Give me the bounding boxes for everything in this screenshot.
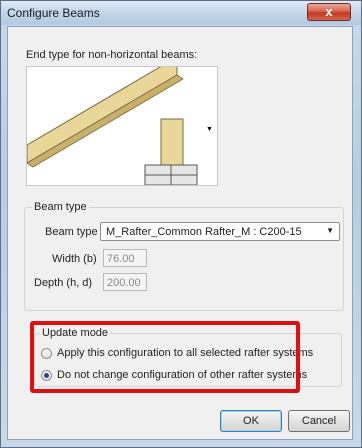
beam-type-value: M_Rafter_Common Rafter_M : C200-15 xyxy=(106,226,302,238)
depth-value: 200.00 xyxy=(107,277,141,289)
ok-button-label: OK xyxy=(243,415,259,427)
width-label: Width (b) xyxy=(52,253,97,265)
window-title: Configure Beams xyxy=(7,6,100,20)
beam-type-label: Beam type xyxy=(45,226,98,238)
rafter-end-illustration xyxy=(26,56,198,186)
width-value: 76.00 xyxy=(107,253,135,265)
width-field: 76.00 xyxy=(103,249,147,267)
preview-dropdown-arrow-icon[interactable]: ▼ xyxy=(206,126,213,133)
beam-type-select[interactable]: M_Rafter_Common Rafter_M : C200-15 ▼ xyxy=(100,222,340,241)
depth-label: Depth (h, d) xyxy=(34,277,93,289)
ok-button[interactable]: OK xyxy=(220,410,282,432)
depth-field: 200.00 xyxy=(103,273,147,291)
close-icon: x xyxy=(325,4,333,19)
chevron-down-icon: ▼ xyxy=(326,226,334,235)
beam-type-group-title: Beam type xyxy=(32,201,89,213)
close-button[interactable]: x xyxy=(307,3,351,21)
cancel-button[interactable]: Cancel xyxy=(288,410,350,432)
end-type-label: End type for non-horizontal beams: xyxy=(26,49,198,61)
red-highlight-box xyxy=(30,321,300,393)
title-bar[interactable]: Configure Beams x xyxy=(1,1,361,25)
end-type-preview[interactable] xyxy=(26,56,218,186)
cancel-button-label: Cancel xyxy=(301,415,337,427)
